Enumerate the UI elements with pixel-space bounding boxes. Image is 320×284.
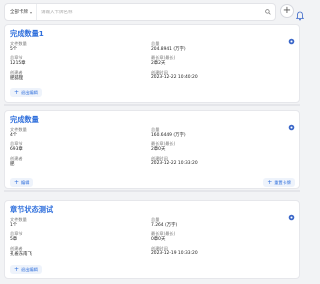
divider (4, 104, 300, 106)
field-value: 7.264 (万字) (151, 223, 178, 228)
bell-icon[interactable] (295, 6, 305, 21)
reset-card-button[interactable]: + 重置卡牌 (263, 178, 295, 187)
chevron-down-icon: ▾ (30, 9, 33, 15)
plus-icon: + (267, 178, 273, 186)
exit-edit-button[interactable]: + 退出编辑 (10, 88, 42, 97)
search-icon[interactable] (261, 9, 275, 15)
plus-icon: + (14, 265, 20, 273)
field-value: 1215章 (10, 61, 26, 66)
card-title: 完成数量1 (10, 29, 44, 38)
field-value: 肥 (10, 162, 15, 167)
field-value: 160.6449 (万字) (151, 133, 186, 138)
field-value: 2章2天 (151, 61, 166, 66)
card[interactable]: 章节状态测试 文件数量 1个 总量 7.264 (万字) 总章节 5章 最长章(… (4, 200, 300, 279)
field-value: 孔雀东南飞 (10, 252, 32, 257)
button-label: 重置卡牌 (274, 179, 291, 185)
add-icon: + (282, 5, 292, 16)
card[interactable]: 完成数量 文件数量 4个 总量 160.6449 (万字) 总章节 693章 最… (4, 110, 300, 189)
field-value: 2023-12-22 10:40:20 (151, 75, 198, 80)
field-value: 204.8941 (万字) (151, 47, 186, 52)
gear-icon[interactable] (288, 116, 295, 131)
card-title: 章节状态测试 (10, 205, 54, 214)
card-title: 完成数量 (10, 115, 39, 124)
field-value: 2章0天 (151, 147, 166, 152)
field-value: 2023-12-22 10:33:20 (151, 161, 198, 166)
field-value: 0章0天 (151, 237, 166, 242)
exit-edit-button[interactable]: + 退出编辑 (10, 265, 42, 274)
scope-select[interactable]: 全部卡牌 ▾ (5, 4, 38, 20)
plus-icon: + (14, 88, 20, 96)
button-label: 编辑 (21, 179, 30, 185)
plus-icon: + (14, 178, 20, 186)
scope-label: 全部卡牌 (10, 10, 28, 15)
field-value: 2023-12-19 10:33:20 (151, 251, 198, 256)
edit-button[interactable]: + 编辑 (10, 178, 34, 187)
field-value: 5章 (10, 237, 18, 242)
divider (4, 190, 300, 192)
field-value: 肥狐狸 (10, 76, 24, 81)
field-value: 4个 (10, 133, 18, 138)
button-label: 退出编辑 (21, 89, 38, 95)
card[interactable]: 完成数量1 文件数量 5个 总量 204.8941 (万字) 总章节 1215章… (4, 24, 300, 103)
field-value: 5个 (10, 47, 18, 52)
field-value: 693章 (10, 147, 23, 152)
gear-icon[interactable] (288, 30, 295, 45)
field-value: 1个 (10, 223, 18, 228)
search-bar: 全部卡牌 ▾ (4, 3, 276, 21)
search-input[interactable] (37, 9, 261, 15)
add-button[interactable]: + (280, 4, 294, 18)
button-label: 退出编辑 (21, 266, 38, 272)
gear-icon[interactable] (288, 206, 295, 221)
